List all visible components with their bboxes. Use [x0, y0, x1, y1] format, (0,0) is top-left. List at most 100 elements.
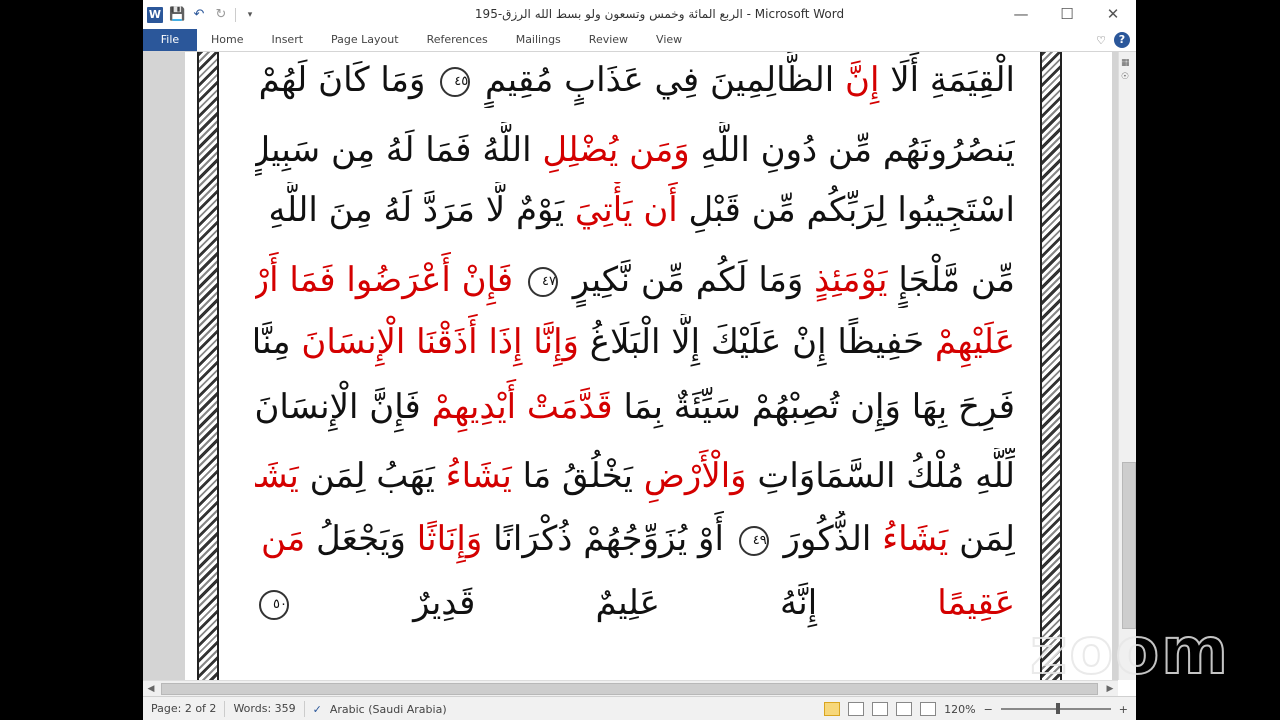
verse-text: مِّن مَّلْجَإٍ	[887, 260, 1015, 300]
verse-text: لِّلَّهِ مُلْكُ السَّمَاوَاتِ	[746, 456, 1015, 496]
verse-text: يَوْمٌ لَّا مَرَدَّ لَهُ مِنَ اللَّهِ مَ…	[255, 190, 565, 230]
highlighted-text: عَقِيمًا	[937, 583, 1015, 623]
zoom-in-button[interactable]: +	[1119, 703, 1128, 716]
highlighted-text: إِنَّ	[844, 60, 880, 100]
web-layout-icon[interactable]	[872, 702, 889, 716]
word-count[interactable]: Words: 359	[225, 701, 305, 717]
highlighted-text: يَشَاءُ	[882, 519, 949, 559]
window-title: الربع المائة وخمس وتسعون ولو بسط الله ال…	[474, 7, 845, 21]
document-page[interactable]: الْقِيَمَةِ أَلَا إِنَّ الظَّالِمِينَ فِ…	[185, 52, 1112, 680]
zoom-slider[interactable]	[1000, 703, 1111, 714]
verse-text: الظَّالِمِينَ فِي عَذَابٍ مُقِيمٍ	[474, 60, 845, 100]
tab-insert[interactable]: Insert	[257, 29, 317, 51]
verse-text: الْقِيَمَةِ أَلَا	[879, 60, 1015, 100]
verse-text: لِمَن	[948, 519, 1015, 559]
tab-home[interactable]: Home	[197, 29, 257, 51]
word-app-icon[interactable]: W	[147, 6, 163, 23]
print-layout-view-icon[interactable]	[824, 702, 841, 716]
highlighted-text: أَن يَأْتِيَ	[574, 190, 678, 230]
title-bar: W 💾 ↶ ↻ ▾ الربع المائة وخمس وتسعون ولو ب…	[143, 0, 1136, 29]
text-line[interactable]: عَقِيمًا إِنَّهُ عَلِيمٌ قَدِيرٌ ٥٠	[255, 575, 1015, 631]
ayah-number-marker: ٤٧	[528, 267, 558, 297]
zoom-out-button[interactable]: −	[984, 703, 993, 716]
zoom-slider-knob[interactable]	[1055, 703, 1060, 714]
ruler-toggle-icon[interactable]: ▦ ☉	[1121, 56, 1130, 84]
verse-text: وَيَجْعَلُ	[305, 519, 417, 559]
ayah-number-marker: ٤٩	[738, 526, 769, 556]
scroll-left-icon[interactable]: ◀	[143, 684, 159, 694]
highlighted-text: عَلَيْهِمْ	[934, 322, 1015, 362]
ayah-number-marker: ٥٠	[259, 590, 289, 620]
text-line[interactable]: لِمَن يَشَاءُ الذُّكُورَ ٤٩ أَوْ يُزَوِّ…	[255, 511, 1015, 567]
zoom-watermark-logo: zoom	[1029, 615, 1230, 689]
ribbon-expand-icon[interactable]: ♡	[1096, 34, 1106, 47]
text-line[interactable]: الْقِيَمَةِ أَلَا إِنَّ الظَّالِمِينَ فِ…	[255, 52, 1015, 108]
verse-text: اسْتَجِيبُوا لِرَبِّكُم مِّن قَبْلِ	[677, 190, 1015, 230]
proofing-icon[interactable]: ✓	[313, 703, 322, 716]
highlighted-text: وَإِنَاثًا	[416, 519, 483, 559]
minimize-icon[interactable]: —	[998, 0, 1044, 29]
verse-text: وَمَا لَكُم مِّن نَّكِيرٍ	[562, 260, 815, 300]
highlighted-text: وَالْأَرْضِ	[643, 456, 747, 496]
verse-text: أَوْ يُزَوِّجُهُمْ ذُكْرَانًا	[482, 519, 735, 559]
text-line[interactable]: مِّن مَّلْجَإٍ يَوْمَئِذٍ وَمَا لَكُم مِ…	[255, 252, 1015, 308]
tab-review[interactable]: Review	[575, 29, 642, 51]
outline-view-icon[interactable]	[896, 702, 913, 716]
page-border-left	[197, 52, 219, 680]
window-controls: — ☐ ✕	[998, 0, 1136, 29]
text-line[interactable]: عَلَيْهِمْ حَفِيظًا إِنْ عَلَيْكَ إِلَّا…	[255, 314, 1015, 370]
draft-view-icon[interactable]	[920, 702, 937, 716]
maximize-icon[interactable]: ☐	[1044, 0, 1090, 29]
highlighted-text: قَدَّمَتْ أَيْدِيهِمْ	[431, 387, 613, 427]
verse-text: فَرِحَ بِهَا وَإِن تُصِبْهُمْ سَيِّئَةٌ …	[612, 387, 1015, 427]
view-zoom-controls: 120% − +	[824, 702, 1136, 716]
highlighted-text: وَإِنَّا إِذَا أَذَقْنَا الْإِنسَانَ	[301, 322, 579, 362]
highlighted-text: يَشَاءُ	[445, 456, 512, 496]
language-indicator[interactable]: ✓ Arabic (Saudi Arabia)	[305, 703, 455, 716]
horizontal-scroll-thumb[interactable]	[161, 683, 1098, 695]
horizontal-scrollbar[interactable]: ◀ ▶	[143, 680, 1118, 697]
verse-text: يَخْلُقُ مَا	[511, 456, 644, 496]
tab-file[interactable]: File	[143, 29, 197, 51]
verse-text: مِنَّا رَحْمَةً	[255, 322, 291, 362]
zoom-level[interactable]: 120%	[944, 703, 975, 716]
verse-text	[513, 260, 524, 300]
highlighted-text: فَإِنْ أَعْرَضُوا	[346, 260, 514, 300]
verse-text: فَإِنَّ الْإِنسَانَ كَفُورٌ	[255, 387, 421, 427]
verse-text: يَهَبُ لِمَن	[298, 456, 446, 496]
full-screen-reading-icon[interactable]	[848, 702, 865, 716]
customize-qat-icon[interactable]: ▾	[242, 10, 258, 20]
text-line[interactable]: فَرِحَ بِهَا وَإِن تُصِبْهُمْ سَيِّئَةٌ …	[255, 379, 1015, 435]
help-icon[interactable]: ?	[1114, 32, 1130, 48]
highlighted-text: مَن يَشَاءُ	[255, 519, 306, 559]
tab-mailings[interactable]: Mailings	[502, 29, 575, 51]
highlighted-text: وَمَن يُضْلِلِ	[542, 130, 690, 170]
vertical-scroll-thumb[interactable]	[1122, 462, 1136, 629]
verse-text	[336, 260, 347, 300]
vertical-scrollbar[interactable]: ▦ ☉	[1118, 52, 1136, 680]
document-area: الْقِيَمَةِ أَلَا إِنَّ الظَّالِمِينَ فِ…	[143, 52, 1118, 680]
undo-icon[interactable]: ↶	[191, 7, 207, 22]
tab-view[interactable]: View	[642, 29, 696, 51]
highlighted-text: يَوْمَئِذٍ	[814, 260, 888, 300]
highlighted-text: يَشَاءُ إِنَاثًا وَيَهَبُ	[255, 456, 299, 496]
page-count[interactable]: Page: 2 of 2	[143, 701, 226, 717]
redo-icon[interactable]: ↻	[213, 7, 229, 22]
verse-text: إِنَّهُ عَلِيمٌ قَدِيرٌ	[293, 583, 938, 623]
text-line[interactable]: يَنصُرُونَهُم مِّن دُونِ اللَّهِ وَمَن ي…	[255, 122, 1015, 178]
document-text[interactable]: الْقِيَمَةِ أَلَا إِنَّ الظَّالِمِينَ فِ…	[235, 52, 1035, 680]
close-icon[interactable]: ✕	[1090, 0, 1136, 29]
verse-text: حَفِيظًا إِنْ عَلَيْكَ إِلَّا الْبَلَاغُ	[578, 322, 935, 362]
text-line[interactable]: اسْتَجِيبُوا لِرَبِّكُم مِّن قَبْلِ أَن …	[255, 182, 1015, 238]
verse-text: وَمَا كَانَ لَهُمْ	[255, 60, 437, 100]
tab-page-layout[interactable]: Page Layout	[317, 29, 413, 51]
ayah-number-marker: ٤٥	[440, 67, 471, 97]
tab-references[interactable]: References	[413, 29, 502, 51]
save-icon[interactable]: 💾	[169, 7, 185, 22]
ribbon-tabs: File Home Insert Page Layout References …	[143, 29, 1136, 52]
highlighted-text: فَمَا أَرْسَلْنَاكَ	[255, 260, 336, 300]
verse-text: اللَّهُ فَمَا لَهُ مِن سَبِيلٍ	[255, 130, 543, 170]
verse-text: الذُّكُورَ	[772, 519, 883, 559]
text-line[interactable]: لِّلَّهِ مُلْكُ السَّمَاوَاتِ وَالْأَرْض…	[255, 448, 1015, 504]
qat-separator	[235, 7, 236, 22]
